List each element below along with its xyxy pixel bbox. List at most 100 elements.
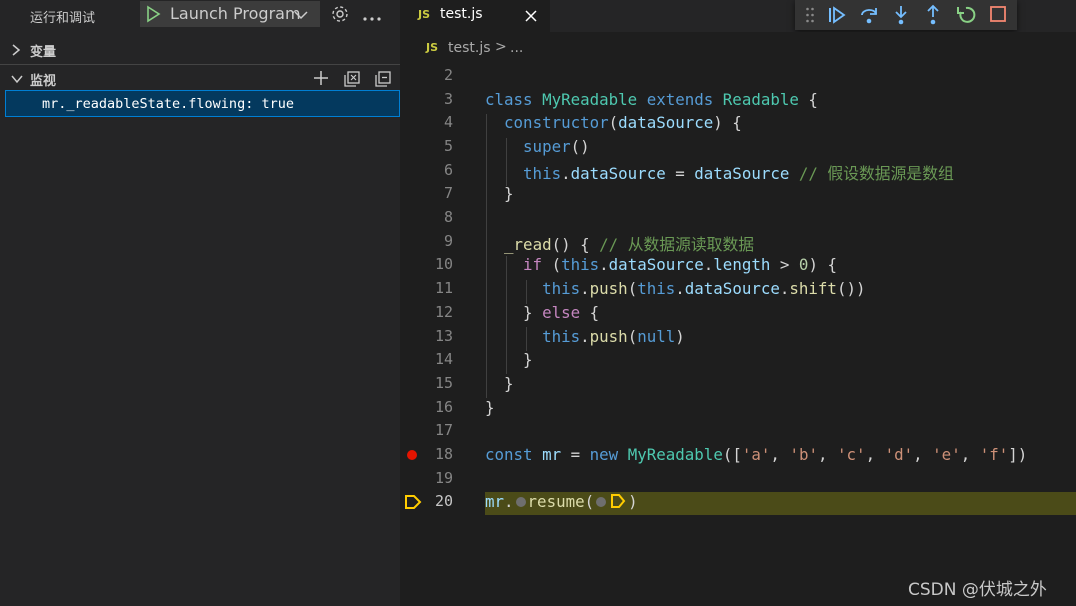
code-token: 0 — [798, 255, 809, 275]
debug-topbar: 运行和调试 Launch Program — [0, 0, 400, 30]
close-icon[interactable] — [524, 9, 538, 27]
code-token: this — [542, 326, 581, 346]
restart-icon[interactable] — [955, 4, 977, 30]
inline-current-statement-icon — [610, 493, 626, 513]
watch-section-header[interactable]: 监视 — [0, 64, 400, 90]
code-token: , — [960, 445, 980, 464]
line-code: } — [485, 374, 514, 393]
code-token: MyReadable — [542, 89, 638, 109]
code-string: 'b' — [789, 445, 818, 464]
breadcrumb-file[interactable]: test.js — [448, 40, 491, 56]
code-string: 'c' — [837, 445, 866, 464]
code-token: this — [637, 279, 676, 299]
line-number: 5 — [443, 136, 453, 155]
line-number: 2 — [443, 66, 453, 84]
code-token: } — [523, 350, 533, 370]
code-token: _read — [504, 234, 552, 254]
code-token: shift — [789, 279, 837, 299]
code-token: . — [779, 279, 790, 299]
step-over-icon[interactable] — [858, 4, 880, 30]
inline-breakpoint-dot-icon[interactable] — [515, 497, 526, 508]
line-number: 3 — [443, 89, 453, 108]
more-actions-icon[interactable] — [362, 11, 382, 26]
breadcrumb-separator: > — [495, 39, 507, 55]
line-code: } — [485, 350, 533, 369]
code-token: super — [523, 136, 571, 156]
code-line: 6 this.dataSource = dataSource // 假设数据源是… — [400, 159, 1076, 183]
code-line: 9 _read() { // 从数据源读取数据 — [400, 230, 1076, 254]
code-token: else — [542, 302, 581, 322]
code-token: } — [523, 302, 543, 322]
code-token: } — [504, 373, 514, 393]
code-line: 5 super() — [400, 135, 1076, 159]
line-code: _read() { // 从数据源读取数据 — [485, 232, 754, 255]
code-token: ) { — [713, 113, 742, 133]
line-code: this.dataSource = dataSource // 假设数据源是数组 — [485, 161, 954, 184]
line-number: 7 — [443, 184, 453, 203]
refresh-expressions-icon[interactable] — [343, 70, 361, 92]
collapse-all-icon[interactable] — [374, 70, 392, 92]
line-code: } — [485, 184, 514, 203]
line-number: 12 — [434, 302, 453, 321]
launch-config-dropdown[interactable]: Launch Program — [140, 1, 320, 27]
code-line: 14 } — [400, 348, 1076, 372]
variables-section-header[interactable]: 变量 — [0, 36, 400, 62]
line-number: 6 — [443, 160, 453, 179]
launch-config-label: Launch Program — [170, 4, 301, 23]
line-code: mr. resume() — [485, 492, 638, 513]
code-line: 11 this.push(this.dataSource.shift()) — [400, 277, 1076, 301]
javascript-file-icon: JS — [418, 8, 431, 21]
code-token: resume — [527, 492, 585, 512]
code-line: 15 } — [400, 372, 1076, 396]
code-token: dataSource — [608, 255, 704, 275]
line-number: 11 — [434, 279, 453, 298]
code-line: 2 — [400, 64, 1076, 88]
line-number: 8 — [443, 208, 453, 226]
code-token: () — [570, 136, 590, 156]
code-token: ( — [608, 113, 619, 133]
code-line: 20 mr. resume() — [400, 490, 1076, 514]
code-token: dataSource — [694, 163, 790, 183]
line-code: class MyReadable extends Readable { — [485, 90, 818, 109]
tab-test-js[interactable]: JS test.js — [400, 0, 550, 32]
code-token: . — [599, 255, 609, 275]
code-token: . — [703, 255, 714, 275]
code-line: 13 this.push(null) — [400, 325, 1076, 349]
code-comment: // 假设数据源是数组 — [789, 163, 954, 183]
code-line: 7 } — [400, 182, 1076, 206]
code-token: this — [523, 163, 562, 183]
line-number: 17 — [434, 421, 453, 440]
start-debugging-icon[interactable] — [144, 5, 162, 27]
gear-icon[interactable] — [330, 4, 350, 28]
code-string: 'f' — [979, 445, 1009, 464]
code-token: this — [561, 255, 600, 275]
watermark: CSDN @伏城之外 — [908, 580, 1047, 600]
line-code: this.push(null) — [485, 327, 685, 346]
code-token: , — [817, 445, 838, 464]
code-editor[interactable]: 2 3 class MyReadable extends Readable { … — [400, 62, 1076, 606]
stop-icon[interactable] — [988, 4, 1008, 28]
line-number: 4 — [443, 113, 453, 132]
code-line: 10 if (this.dataSource.length > 0) { — [400, 253, 1076, 277]
code-token: class — [485, 89, 533, 109]
line-number: 20 — [434, 492, 453, 511]
code-token: } — [504, 184, 514, 204]
line-code: constructor(dataSource) { — [485, 113, 742, 132]
breadcrumb: JS test.js > ... — [400, 32, 1076, 62]
continue-icon[interactable] — [826, 4, 848, 30]
code-line: 12 } else { — [400, 301, 1076, 325]
inline-breakpoint-dot-icon[interactable] — [596, 497, 607, 508]
add-expression-icon[interactable] — [313, 70, 329, 90]
variables-section-label: 变量 — [30, 45, 57, 60]
code-token: ( — [584, 492, 595, 512]
step-out-icon[interactable] — [922, 4, 944, 30]
line-number: 19 — [434, 468, 453, 487]
drag-handle-icon[interactable] — [805, 6, 815, 28]
code-comment: // 从数据源读取数据 — [599, 234, 755, 254]
step-into-icon[interactable] — [890, 4, 912, 30]
chevron-right-icon — [11, 44, 21, 60]
line-code: } — [485, 398, 495, 417]
breadcrumb-symbols[interactable]: ... — [510, 40, 523, 56]
watch-expression-item[interactable]: mr._readableState.flowing: true — [5, 90, 400, 117]
code-token: new — [589, 445, 619, 464]
